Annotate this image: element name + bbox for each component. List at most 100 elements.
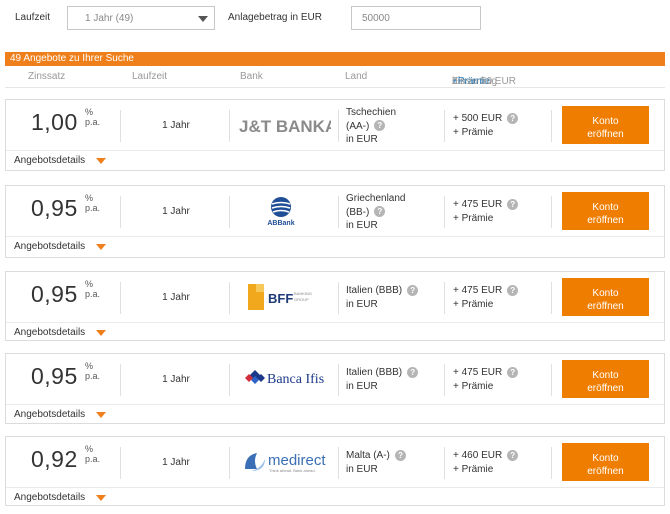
button-line-2: eröffnen bbox=[587, 465, 624, 477]
caret-down-icon bbox=[96, 158, 106, 164]
term: 1 Jahr bbox=[162, 374, 190, 385]
offer-card: 0,95 % p.a. 1 Jahr Banca Ifis Italien (BB… bbox=[5, 353, 665, 424]
interest-rate: 0,95 bbox=[31, 281, 78, 307]
rate-unit: % p.a. bbox=[85, 279, 100, 299]
bank-name: J&T BANKA bbox=[239, 117, 331, 136]
offer-card: 0,95 % p.a. 1 Jahr ABBank Griechenland (B… bbox=[5, 185, 665, 258]
divider bbox=[338, 364, 339, 396]
laufzeit-select-value: 1 Jahr (49) bbox=[85, 13, 134, 24]
percent-sign: % bbox=[85, 193, 94, 203]
currency: in EUR bbox=[346, 380, 378, 392]
divider bbox=[338, 447, 339, 479]
rating: (AA-) bbox=[346, 120, 370, 132]
chevron-down-icon bbox=[198, 16, 208, 22]
divider bbox=[551, 364, 552, 396]
button-line-2: eröffnen bbox=[587, 128, 624, 140]
question-circle-icon[interactable]: ? bbox=[507, 284, 519, 296]
offer-details-label: Angebotsdetails bbox=[14, 327, 86, 338]
question-circle-icon[interactable]: ? bbox=[374, 206, 386, 218]
offer-details-label: Angebotsdetails bbox=[14, 409, 86, 420]
term: 1 Jahr bbox=[162, 457, 190, 468]
interest-rate: 0,95 bbox=[31, 363, 78, 389]
percent-sign: % bbox=[85, 107, 94, 117]
bank-logo-medirect: medirect Think ahead. Bank ahead. bbox=[231, 443, 331, 479]
interest-yield: + 460 EUR? + Prämie bbox=[453, 449, 519, 476]
laufzeit-select[interactable]: 1 Jahr (49) bbox=[67, 6, 215, 30]
offer-card: 1,00 % p.a. 1 Jahr J&T BANKA Tschechien (… bbox=[5, 99, 665, 171]
divider bbox=[551, 282, 552, 314]
divider bbox=[444, 447, 445, 479]
question-circle-icon[interactable]: ? bbox=[507, 198, 519, 210]
open-account-button[interactable]: Konto eröffnen bbox=[562, 443, 649, 481]
currency: in EUR bbox=[346, 463, 378, 475]
divider bbox=[229, 282, 230, 314]
divider bbox=[444, 364, 445, 396]
yield-amount: + 475 EUR bbox=[453, 285, 503, 296]
offer-details-toggle[interactable]: Angebotsdetails bbox=[6, 236, 664, 256]
question-circle-icon[interactable]: ? bbox=[407, 366, 419, 378]
rate-unit: % p.a. bbox=[85, 193, 100, 213]
column-land[interactable]: Land bbox=[345, 71, 367, 82]
question-circle-icon[interactable]: ? bbox=[407, 284, 419, 296]
divider bbox=[229, 196, 230, 228]
offer-details-label: Angebotsdetails bbox=[14, 241, 86, 252]
caret-down-icon bbox=[96, 244, 106, 250]
column-zinssatz[interactable]: Zinssatz bbox=[28, 71, 65, 82]
currency: in EUR bbox=[346, 298, 378, 310]
bonus: + Prämie bbox=[453, 380, 494, 392]
open-account-button[interactable]: Konto eröffnen bbox=[562, 106, 649, 144]
question-circle-icon[interactable]: ? bbox=[507, 112, 519, 124]
divider bbox=[229, 364, 230, 396]
column-laufzeit[interactable]: Laufzeit bbox=[132, 71, 167, 82]
divider bbox=[444, 196, 445, 228]
per-annum: p.a. bbox=[85, 371, 101, 381]
question-circle-icon[interactable]: ? bbox=[507, 366, 519, 378]
column-bank[interactable]: Bank bbox=[240, 71, 263, 82]
caret-down-icon bbox=[96, 330, 106, 336]
currency: in EUR bbox=[346, 134, 378, 145]
button-line-2: eröffnen bbox=[587, 214, 624, 226]
divider bbox=[120, 196, 121, 228]
open-account-button[interactable]: Konto eröffnen bbox=[562, 278, 649, 316]
offer-details-toggle[interactable]: Angebotsdetails bbox=[6, 150, 664, 170]
yield-amount: + 460 EUR bbox=[453, 450, 503, 461]
open-account-button[interactable]: Konto eröffnen bbox=[562, 192, 649, 230]
button-line-2: eröffnen bbox=[587, 382, 624, 394]
offer-card: 0,95 % p.a. 1 Jahr BFF BANKING GROUP Ital… bbox=[5, 271, 665, 341]
anlagebetrag-input[interactable] bbox=[351, 6, 481, 30]
bank-name: Banca Ifis bbox=[267, 372, 324, 387]
term: 1 Jahr bbox=[162, 206, 190, 217]
country-rating: Italien (BBB)? in EUR bbox=[346, 284, 419, 311]
per-annum: p.a. bbox=[85, 203, 101, 213]
country-rating: Griechenland (BB-)? in EUR bbox=[346, 192, 405, 233]
divider bbox=[338, 282, 339, 314]
caret-down-icon bbox=[96, 412, 106, 418]
bank-name: ABBank bbox=[267, 220, 294, 227]
interest-rate: 0,92 bbox=[31, 446, 78, 472]
country: Tschechien bbox=[346, 107, 397, 118]
interest-yield: + 500 EUR? + Prämie bbox=[453, 112, 519, 139]
divider bbox=[120, 364, 121, 396]
interest-yield: + 475 EUR? + Prämie bbox=[453, 198, 519, 225]
bank-tagline: Think ahead. Bank ahead. bbox=[269, 468, 316, 473]
offer-details-toggle[interactable]: Angebotsdetails bbox=[6, 487, 664, 507]
interest-rate: 1,00 bbox=[31, 109, 78, 135]
country-rating: Italien (BBB)? in EUR bbox=[346, 366, 419, 393]
divider bbox=[229, 110, 230, 142]
caret-down-icon bbox=[96, 495, 106, 501]
per-annum: p.a. bbox=[85, 454, 101, 464]
offer-details-toggle[interactable]: Angebotsdetails bbox=[6, 322, 664, 342]
bank-logo-bff: BFF BANKING GROUP bbox=[231, 278, 331, 314]
question-circle-icon[interactable]: ? bbox=[507, 449, 519, 461]
question-circle-icon[interactable]: ? bbox=[394, 449, 406, 461]
divider bbox=[444, 110, 445, 142]
question-circle-icon[interactable]: ? bbox=[374, 120, 386, 132]
bank-logo-banca-ifis: Banca Ifis bbox=[231, 360, 331, 396]
country: Griechenland bbox=[346, 193, 406, 204]
open-account-button[interactable]: Konto eröffnen bbox=[562, 360, 649, 398]
bank-logo-abbank: ABBank bbox=[231, 192, 331, 228]
rate-unit: % p.a. bbox=[85, 361, 100, 381]
divider bbox=[120, 110, 121, 142]
offer-details-toggle[interactable]: Angebotsdetails bbox=[6, 404, 664, 424]
divider bbox=[229, 447, 230, 479]
